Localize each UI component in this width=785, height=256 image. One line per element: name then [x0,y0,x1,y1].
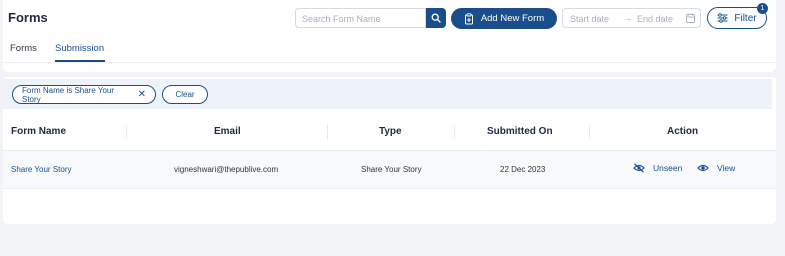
column-divider [126,125,127,139]
cell-email: vigneshwari@thepublive.com [174,165,279,174]
arrow-right-icon: → [623,13,632,23]
filter-label: Filter [734,12,757,24]
column-header-type: Type [379,126,402,137]
tabs-divider [3,62,776,63]
page-title: Forms [8,10,48,25]
clear-filters-button[interactable]: Clear [162,85,208,104]
eye-slash-icon [633,163,645,173]
filter-chip-form-name[interactable]: Form Name is Share Your Story ✕ [12,85,156,104]
add-new-form-label: Add New Form [480,13,545,24]
add-new-form-button[interactable]: Add New Form [451,8,557,29]
start-date-input[interactable]: Start date [570,14,609,24]
cell-form-name[interactable]: Share Your Story [11,165,71,174]
filter-chip-label: Form Name is Share Your Story [22,85,115,104]
eye-icon [697,164,709,172]
column-divider [589,125,590,139]
table-row-divider [3,188,776,189]
search-icon [431,13,441,23]
column-header-form-name: Form Name [11,126,67,137]
close-icon[interactable]: ✕ [138,89,146,100]
unseen-label: Unseen [653,163,683,173]
cell-submitted-on: 22 Dec 2023 [500,165,546,174]
search-button[interactable] [426,8,446,28]
cell-type: Share Your Story [361,165,422,174]
date-range-picker[interactable]: Start date → End date [562,8,701,28]
tab-forms[interactable]: Forms [10,43,37,54]
search-input[interactable]: Search Form Name [295,8,426,28]
view-button[interactable]: View [697,163,735,173]
end-date-input[interactable]: End date [637,14,673,24]
add-form-icon [464,12,473,24]
clear-label: Clear [175,90,195,99]
column-header-submitted-on: Submitted On [487,126,553,137]
column-header-action: Action [667,126,699,137]
column-divider [454,125,455,139]
column-divider [327,125,328,139]
column-header-email: Email [214,126,241,137]
filter-count-badge: 1 [757,3,768,14]
mark-unseen-button[interactable]: Unseen [633,163,682,173]
filter-sliders-icon [717,13,728,23]
view-label: View [717,163,736,173]
tab-submission[interactable]: Submission [55,43,104,54]
calendar-icon [686,13,695,23]
